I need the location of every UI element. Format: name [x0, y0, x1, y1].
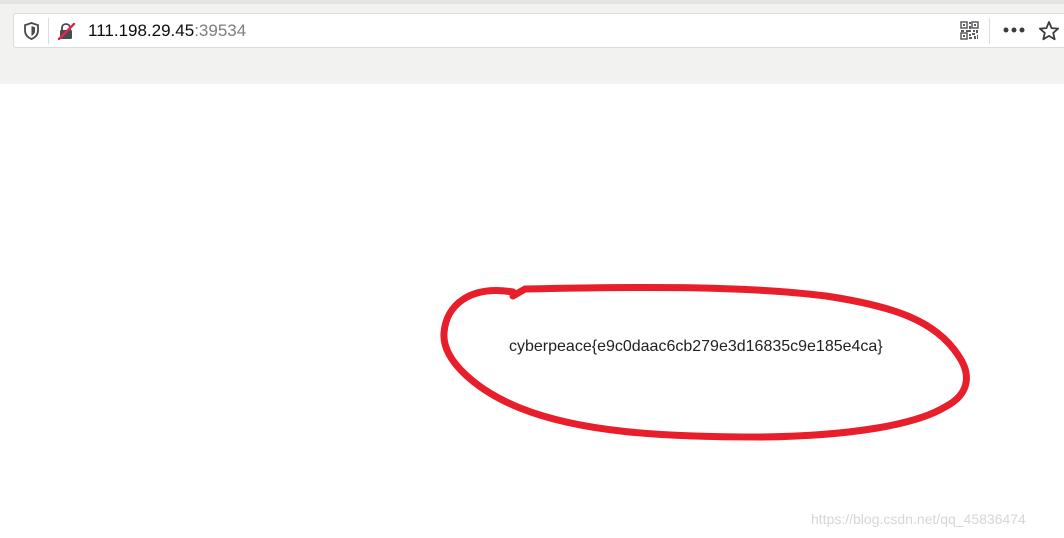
toolbar-top-border: [0, 0, 1064, 4]
url-port: :39534: [194, 21, 247, 40]
annotation-stroke: [440, 283, 970, 441]
shield-icon[interactable]: [23, 22, 40, 40]
address-bar-separator: [48, 18, 49, 44]
watermark-text: https://blog.csdn.net/qq_45836474: [811, 511, 1026, 527]
page-actions-separator: [989, 18, 990, 44]
bookmark-star-icon[interactable]: [1038, 20, 1060, 42]
url-host: 111.198.29.45: [88, 21, 195, 40]
flag-text: cyberpeace{e9c0daac6cb279e3d16835c9e185e…: [509, 338, 883, 355]
browser-toolbar: 111.198.29.45:39534: [0, 0, 1064, 84]
insecure-lock-icon[interactable]: [57, 22, 76, 40]
address-bar[interactable]: 111.198.29.45:39534: [13, 13, 1064, 48]
url-text[interactable]: 111.198.29.45:39534: [88, 20, 246, 42]
qr-code-icon[interactable]: [960, 21, 979, 40]
more-menu-icon[interactable]: [1002, 25, 1026, 35]
